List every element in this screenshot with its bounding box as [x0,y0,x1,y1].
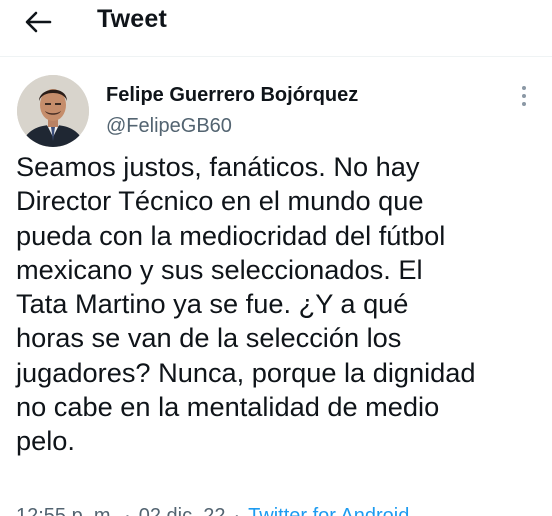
tweet-text-line: pueda con la mediocridad del fútbol [16,219,446,251]
meta-separator: · [233,505,241,516]
header-divider [0,56,552,57]
author-name[interactable]: Felipe Guerrero Bojórquez [106,84,358,107]
avatar-portrait-image [17,75,89,147]
tweet-detail-screen: Tweet Felipe Guerrero Bojórquez @FelipeG… [0,0,552,516]
tweet-text: Seamos justos, fanáticos. No hay Directo… [16,150,546,459]
tweet-text-line: mexicano y sus seleccionados. El [16,253,423,285]
tweet-text-line: no cabe en la mentalidad de medio [16,391,440,423]
more-vertical-icon-dot [522,94,526,98]
page-title: Tweet [97,5,167,33]
back-button[interactable] [20,6,56,38]
tweet-text-line: Tata Martino ya se fue. ¿Y a qué [16,288,409,320]
more-vertical-icon-dot [522,102,526,106]
tweet-text-line: Seamos justos, fanáticos. No hay [16,151,420,182]
avatar[interactable] [17,75,89,147]
tweet-meta: 12:55 p. m. · 02 dic. 22 · Twitter for Andro… [16,505,409,516]
tweet-text-line: jugadores? Nunca, porque la dignidad [16,356,476,388]
tweet-time: 12:55 p. m. [16,505,117,516]
tweet-source-link[interactable]: Twitter for Android [248,505,409,516]
author-handle[interactable]: @FelipeGB60 [106,115,232,138]
more-options-button[interactable] [512,84,536,108]
tweet-text-line: Director Técnico en el mundo que [16,185,424,217]
tweet-text-line: horas se van de la selección los [16,322,402,354]
meta-separator: · [124,505,131,516]
tweet-date: 02 dic. 22 [138,505,226,516]
arrow-left-icon [25,11,52,33]
more-vertical-icon [522,86,526,90]
top-bar: Tweet [0,0,552,44]
tweet-text-line: pelo. [16,425,75,457]
